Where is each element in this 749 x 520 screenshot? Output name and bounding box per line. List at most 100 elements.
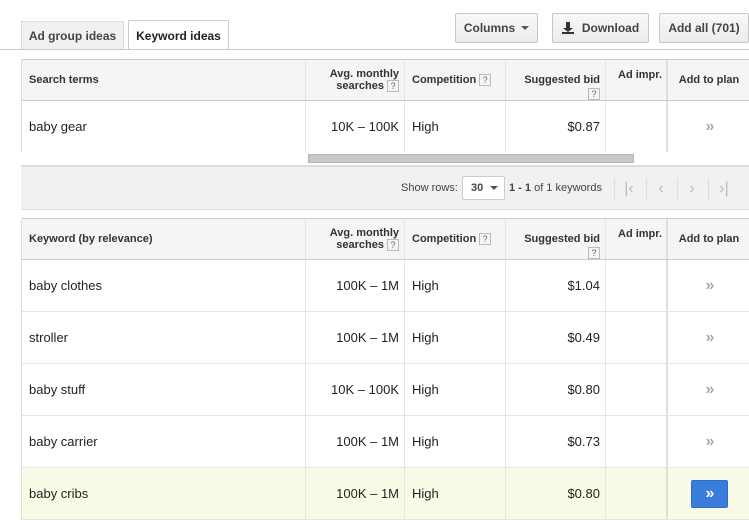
competition-cell: High <box>405 364 506 415</box>
result-total: of 1 keywords <box>534 182 602 194</box>
first-page-icon[interactable]: |‹ <box>618 178 640 200</box>
result-count: 1 - 1 of 1 keywords <box>509 182 602 194</box>
tab-ad-group-ideas[interactable]: Ad group ideas <box>21 21 124 49</box>
help-icon[interactable]: ? <box>387 239 399 252</box>
next-page-icon[interactable]: › <box>681 178 703 200</box>
scrollbar-thumb[interactable] <box>308 154 634 163</box>
add-to-plan-cell[interactable]: » <box>668 416 749 467</box>
header-avg-monthly-searches[interactable]: Avg. monthly searches? <box>306 60 405 100</box>
header-avg-monthly-searches[interactable]: Avg. monthly searches? <box>306 219 405 259</box>
add-to-plan-cell[interactable]: » <box>668 364 749 415</box>
header-competition-label: Competition <box>412 233 477 245</box>
table-header: Search terms Avg. monthly searches? Comp… <box>22 59 749 101</box>
header-keyword[interactable]: Search terms <box>22 60 306 100</box>
download-button[interactable]: Download <box>552 13 649 43</box>
last-page-icon[interactable]: ›| <box>713 178 735 200</box>
avg-searches-cell: 100K – 1M <box>306 416 405 467</box>
bid-cell: $0.80 <box>506 364 606 415</box>
help-icon[interactable]: ? <box>387 80 399 93</box>
add-to-plan-button[interactable]: » <box>690 479 728 508</box>
keyword-cell: baby cribs <box>22 468 306 519</box>
header-competition-label: Competition <box>412 74 477 86</box>
add-chevron-icon[interactable]: » <box>706 277 715 295</box>
columns-button[interactable]: Columns <box>455 13 538 43</box>
header-suggested-bid[interactable]: Suggested bid? <box>506 60 606 100</box>
header-competition[interactable]: Competition? <box>405 219 506 259</box>
table-header: Keyword (by relevance) Avg. monthly sear… <box>22 218 749 260</box>
columns-label: Columns <box>463 21 516 35</box>
header-avg-line1: Avg. monthly <box>329 67 399 80</box>
add-to-plan-cell: » <box>668 468 749 519</box>
table-row: baby stuff 10K – 100K High $0.80 » <box>22 364 749 416</box>
add-to-plan-cell[interactable]: » <box>668 260 749 311</box>
download-icon <box>561 22 574 34</box>
prev-page-icon[interactable]: ‹ <box>650 178 672 200</box>
header-bid-label: Suggested bid <box>524 233 600 245</box>
bid-cell: $0.87 <box>506 101 606 152</box>
header-add-to-plan: Add to plan <box>678 74 740 86</box>
bid-cell: $0.80 <box>506 468 606 519</box>
competition-cell: High <box>405 416 506 467</box>
competition-cell: High <box>405 101 506 152</box>
keyword-cell: baby stuff <box>22 364 306 415</box>
help-icon[interactable]: ? <box>479 74 492 86</box>
add-to-plan-cell[interactable]: » <box>668 312 749 363</box>
competition-cell: High <box>405 312 506 363</box>
add-to-plan-cell[interactable]: » <box>668 101 749 152</box>
divider <box>677 178 678 200</box>
header-avg-line1: Avg. monthly <box>329 226 399 239</box>
keyword-cell: baby gear <box>22 101 306 152</box>
horizontal-scrollbar[interactable] <box>21 152 749 166</box>
add-chevron-icon[interactable]: » <box>706 329 715 347</box>
avg-searches-cell: 100K – 1M <box>306 260 405 311</box>
header-ad-impr[interactable]: Ad impr. <box>606 219 668 259</box>
chevron-down-icon <box>490 186 499 190</box>
add-all-label: Add all (701) <box>668 21 740 35</box>
avg-searches-cell: 100K – 1M <box>306 468 405 519</box>
impr-cell <box>606 312 668 363</box>
header-avg-line2: searches <box>336 79 384 92</box>
add-chevron-icon[interactable]: » <box>706 433 715 451</box>
keyword-cell: baby carrier <box>22 416 306 467</box>
impr-cell <box>606 416 668 467</box>
header-bid-label: Suggested bid <box>524 74 600 86</box>
search-terms-table: Search terms Avg. monthly searches? Comp… <box>21 59 749 153</box>
avg-searches-cell: 10K – 100K <box>306 101 405 152</box>
header-ad-impr[interactable]: Ad impr. <box>606 60 668 100</box>
add-chevron-icon[interactable]: » <box>706 118 715 136</box>
divider <box>646 178 647 200</box>
tab-divider <box>0 49 749 50</box>
competition-cell: High <box>405 468 506 519</box>
add-chevron-icon[interactable]: » <box>706 381 715 399</box>
keyword-cell: baby clothes <box>22 260 306 311</box>
keyword-ideas-table: Keyword (by relevance) Avg. monthly sear… <box>21 218 749 520</box>
avg-searches-cell: 10K – 100K <box>306 364 405 415</box>
table-row: baby cribs 100K – 1M High $0.80 » <box>22 468 749 520</box>
pagination-bar: Show rows: 30 1 - 1 of 1 keywords |‹ ‹ ›… <box>21 166 749 210</box>
bid-cell: $0.49 <box>506 312 606 363</box>
header-suggested-bid[interactable]: Suggested bid? <box>506 219 606 259</box>
table-row: baby clothes 100K – 1M High $1.04 » <box>22 260 749 312</box>
header-keyword[interactable]: Keyword (by relevance) <box>22 219 306 259</box>
competition-cell: High <box>405 260 506 311</box>
help-icon[interactable]: ? <box>588 247 600 259</box>
keyword-cell: stroller <box>22 312 306 363</box>
help-icon[interactable]: ? <box>479 233 492 245</box>
help-icon[interactable]: ? <box>588 88 600 100</box>
rows-per-page-select[interactable]: 30 <box>462 176 505 200</box>
add-all-button[interactable]: Add all (701) <box>659 13 749 43</box>
table-row: baby carrier 100K – 1M High $0.73 » <box>22 416 749 468</box>
impr-cell <box>606 101 668 152</box>
table-row: stroller 100K – 1M High $0.49 » <box>22 312 749 364</box>
divider <box>708 178 709 200</box>
impr-cell <box>606 468 668 519</box>
add-chevron-icon: » <box>705 484 715 502</box>
table-row: baby gear 10K – 100K High $0.87 » <box>22 101 749 153</box>
download-label: Download <box>581 21 640 35</box>
rows-per-page-value: 30 <box>471 182 484 194</box>
header-competition[interactable]: Competition? <box>405 60 506 100</box>
bid-cell: $1.04 <box>506 260 606 311</box>
divider <box>614 178 615 200</box>
tab-keyword-ideas[interactable]: Keyword ideas <box>128 20 229 50</box>
tab-label: Ad group ideas <box>28 28 117 43</box>
